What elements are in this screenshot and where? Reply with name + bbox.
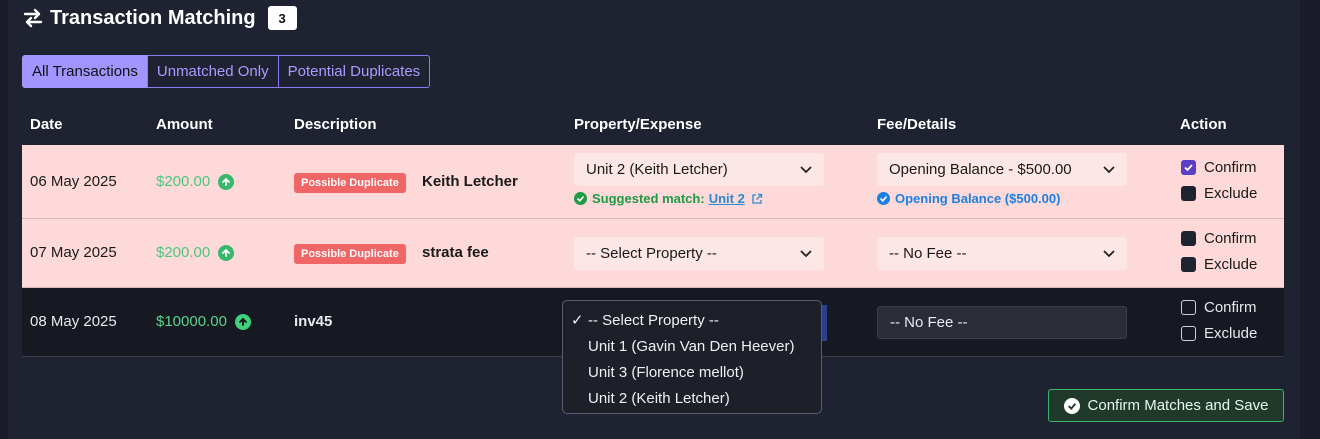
property-dropdown-menu[interactable]: ✓ -- Select Property -- Unit 1 (Gavin Van…	[562, 300, 822, 414]
check-circle-icon	[1063, 397, 1080, 414]
description-text: inv45	[294, 313, 333, 330]
checkbox-icon[interactable]	[1181, 231, 1196, 246]
fee-note-text: Opening Balance ($500.00)	[895, 191, 1061, 206]
page-title: Transaction Matching	[50, 6, 256, 29]
checkbox-icon[interactable]	[1181, 300, 1196, 315]
column-action: Action	[1180, 116, 1227, 133]
chevron-down-icon	[800, 249, 812, 257]
description-text: strata fee	[421, 244, 489, 261]
table-header: Date Amount Description Property/Expense…	[22, 108, 1284, 144]
exclude-label: Exclude	[1204, 256, 1258, 273]
confirm-checkbox[interactable]: Confirm	[1181, 230, 1257, 247]
amount-cell: $200.00	[156, 173, 235, 190]
exclude-checkbox[interactable]: Exclude	[1181, 325, 1257, 342]
arrow-up-circle-icon	[218, 173, 235, 190]
confirm-checkbox[interactable]: Confirm	[1181, 159, 1257, 176]
amount-value: $200.00	[156, 173, 211, 190]
column-date: Date	[30, 116, 63, 133]
exclude-checkbox[interactable]: Exclude	[1181, 185, 1257, 202]
checkmark-icon: ✓	[571, 312, 584, 329]
arrow-up-circle-icon	[218, 244, 235, 261]
option-label: Unit 2 (Keith Letcher)	[588, 389, 730, 407]
amount-cell: $200.00	[156, 244, 235, 261]
suggested-match: Suggested match: Unit 2	[574, 191, 763, 206]
column-amount: Amount	[156, 116, 213, 133]
dropdown-option[interactable]: Unit 3 (Florence mellot)	[563, 359, 821, 385]
exclude-label: Exclude	[1204, 325, 1258, 342]
table-row: 06 May 2025 $200.00 Possible Duplicate K…	[22, 145, 1284, 219]
checkbox-icon[interactable]	[1181, 257, 1196, 272]
checkbox-checked-icon[interactable]	[1181, 160, 1196, 175]
save-button-label: Confirm Matches and Save	[1087, 397, 1269, 414]
check-circle-icon	[877, 192, 890, 205]
column-fee: Fee/Details	[877, 116, 957, 133]
fee-select-value: Opening Balance - $500.00	[889, 161, 1072, 178]
confirm-matches-save-button[interactable]: Confirm Matches and Save	[1048, 389, 1284, 422]
confirm-label: Confirm	[1204, 159, 1257, 176]
date-cell: 08 May 2025	[30, 313, 117, 330]
chevron-down-icon	[800, 165, 812, 173]
date-cell: 07 May 2025	[30, 244, 117, 261]
chevron-down-icon	[1103, 249, 1115, 257]
fee-select[interactable]: -- No Fee --	[877, 306, 1127, 339]
option-label: Unit 3 (Florence mellot)	[588, 363, 744, 381]
tab-potential-duplicates[interactable]: Potential Duplicates	[277, 55, 431, 88]
property-select-value: -- Select Property --	[586, 245, 717, 262]
column-property: Property/Expense	[574, 116, 702, 133]
filter-tabs: All Transactions Unmatched Only Potentia…	[22, 55, 431, 88]
arrow-up-circle-icon	[234, 313, 251, 330]
property-select[interactable]: -- Select Property --	[574, 237, 824, 270]
fee-select[interactable]: Opening Balance - $500.00	[877, 153, 1127, 186]
tab-all-transactions[interactable]: All Transactions	[22, 55, 148, 88]
checkbox-icon[interactable]	[1181, 326, 1196, 341]
possible-duplicate-badge: Possible Duplicate	[294, 173, 406, 193]
table-row: 07 May 2025 $200.00 Possible Duplicate s…	[22, 219, 1284, 288]
suggested-match-label: Suggested match:	[592, 191, 705, 206]
fee-select[interactable]: -- No Fee --	[877, 237, 1127, 270]
option-label: -- Select Property --	[588, 311, 719, 329]
count-badge: 3	[267, 6, 297, 30]
column-description: Description	[294, 116, 377, 133]
dropdown-option[interactable]: Unit 1 (Gavin Van Den Heever)	[563, 333, 821, 359]
date-cell: 06 May 2025	[30, 173, 117, 190]
fee-select-value: -- No Fee --	[890, 314, 968, 331]
tab-unmatched-only[interactable]: Unmatched Only	[146, 55, 279, 88]
option-label: Unit 1 (Gavin Van Den Heever)	[588, 337, 795, 355]
property-select-edge	[822, 305, 827, 341]
description-text: Keith Letcher	[421, 173, 518, 190]
exclude-label: Exclude	[1204, 185, 1258, 202]
amount-value: $10000.00	[156, 313, 227, 330]
dropdown-option[interactable]: ✓ -- Select Property --	[563, 307, 821, 333]
fee-note: Opening Balance ($500.00)	[877, 191, 1060, 206]
confirm-label: Confirm	[1204, 299, 1257, 316]
suggested-match-link[interactable]: Unit 2	[709, 191, 745, 206]
possible-duplicate-badge: Possible Duplicate	[294, 244, 406, 264]
description-cell: Possible Duplicate Keith Letcher	[294, 173, 518, 193]
confirm-checkbox[interactable]: Confirm	[1181, 299, 1257, 316]
chevron-down-icon	[1103, 165, 1115, 173]
exclude-checkbox[interactable]: Exclude	[1181, 256, 1257, 273]
confirm-label: Confirm	[1204, 230, 1257, 247]
external-link-icon[interactable]	[751, 193, 763, 205]
page-header: Transaction Matching 3	[22, 4, 297, 32]
amount-cell: $10000.00	[156, 313, 251, 330]
swap-icon	[23, 8, 43, 28]
property-select-value: Unit 2 (Keith Letcher)	[586, 161, 728, 178]
amount-value: $200.00	[156, 244, 211, 261]
description-cell: Possible Duplicate strata fee	[294, 244, 489, 264]
check-circle-icon	[574, 192, 587, 205]
checkbox-icon[interactable]	[1181, 186, 1196, 201]
property-select[interactable]: Unit 2 (Keith Letcher)	[574, 153, 824, 186]
dropdown-option[interactable]: Unit 2 (Keith Letcher)	[563, 385, 821, 411]
fee-select-value: -- No Fee --	[889, 245, 967, 262]
